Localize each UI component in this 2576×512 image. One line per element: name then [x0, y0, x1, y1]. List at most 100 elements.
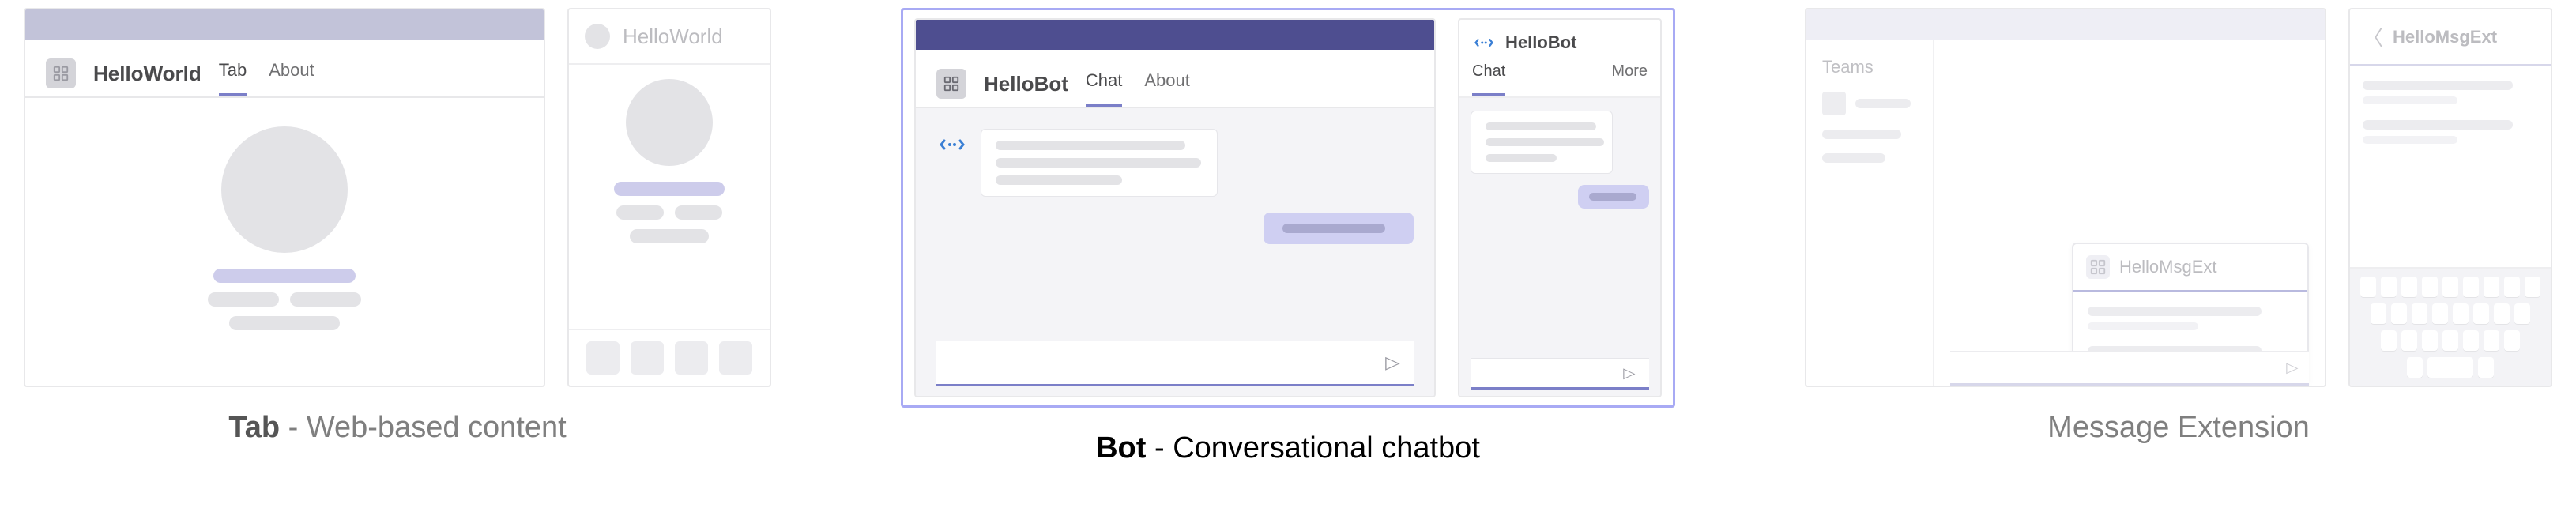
- placeholder-line: [1855, 99, 1911, 108]
- message-bubble-user: [1578, 185, 1649, 209]
- bot-caption: Bot - Conversational chatbot: [1096, 431, 1480, 465]
- keyboard-key[interactable]: [2381, 277, 2397, 297]
- keyboard-key[interactable]: [2381, 330, 2397, 351]
- nav-item-placeholder[interactable]: [719, 341, 752, 375]
- bot-avatar-icon: [936, 129, 968, 160]
- chevron-left-icon[interactable]: 〈: [2363, 22, 2383, 51]
- panel-ext: Teams HelloMsgExt: [1805, 8, 2552, 445]
- tab-caption: Tab - Web-based content: [228, 411, 566, 445]
- window-titlebar: [25, 9, 544, 40]
- send-icon[interactable]: ▷: [2286, 360, 2298, 376]
- message-bubble-user: [1264, 213, 1414, 244]
- placeholder-line: [2363, 81, 2513, 90]
- keyboard-key[interactable]: [2391, 303, 2407, 324]
- bot-app-name: HelloBot: [984, 72, 1068, 96]
- tab-mobile-title: HelloWorld: [623, 24, 723, 49]
- compose-box[interactable]: ▷: [1950, 351, 2309, 386]
- panel-tab: HelloWorld Tab About: [24, 8, 771, 445]
- compose-box[interactable]: ▷: [936, 341, 1414, 386]
- ext-main-area: HelloMsgExt: [1933, 40, 2325, 386]
- nav-item-placeholder[interactable]: [586, 341, 620, 375]
- keyboard-key[interactable]: [2473, 303, 2489, 324]
- tab-caption-bold: Tab: [228, 411, 280, 444]
- tab-app-header: HelloWorld Tab About: [25, 40, 544, 98]
- rail-item[interactable]: [1822, 92, 1917, 115]
- keyboard-key[interactable]: [2360, 277, 2376, 297]
- placeholder-line: [614, 182, 725, 196]
- bot-caption-rest: - Conversational chatbot: [1146, 431, 1479, 465]
- msgext-popup-header: HelloMsgExt: [2073, 244, 2307, 292]
- ext-mobile-card: 〈 HelloMsgExt: [2348, 8, 2552, 387]
- mobile-keyboard[interactable]: [2350, 267, 2551, 386]
- app-grid-icon: [2086, 255, 2110, 279]
- placeholder-line: [1822, 130, 1901, 139]
- tab-desktop-tabs: Tab About: [219, 60, 314, 96]
- tab-mobile-content: [569, 65, 770, 329]
- placeholder-line: [1486, 138, 1604, 146]
- msgext-list-item[interactable]: [2363, 81, 2538, 104]
- keyboard-key[interactable]: [2484, 277, 2499, 297]
- placeholder-line: [2363, 136, 2457, 144]
- keyboard-key[interactable]: [2504, 277, 2520, 297]
- tab-item-more[interactable]: More: [1611, 62, 1648, 96]
- ext-body: Teams HelloMsgExt: [1806, 40, 2325, 386]
- keyboard-key[interactable]: [2494, 303, 2510, 324]
- message-bubble-bot: [981, 129, 1218, 197]
- msgext-list-item[interactable]: [2363, 120, 2538, 144]
- app-grid-icon: [936, 69, 966, 99]
- keyboard-spacebar[interactable]: [2427, 357, 2473, 378]
- placeholder-text-block: [208, 269, 361, 330]
- keyboard-key[interactable]: [2401, 330, 2417, 351]
- send-icon[interactable]: ▷: [1385, 352, 1400, 373]
- keyboard-key[interactable]: [2401, 277, 2417, 297]
- placeholder-line: [1589, 193, 1636, 201]
- placeholder-line: [2088, 322, 2198, 330]
- placeholder-line: [208, 292, 279, 307]
- placeholder-line: [996, 175, 1122, 185]
- keyboard-key[interactable]: [2422, 277, 2438, 297]
- keyboard-key[interactable]: [2407, 357, 2423, 378]
- nav-item-placeholder[interactable]: [631, 341, 664, 375]
- placeholder-line: [616, 205, 664, 220]
- keyboard-key[interactable]: [2371, 303, 2386, 324]
- placeholder-line: [996, 158, 1201, 168]
- tab-item-about[interactable]: About: [269, 60, 314, 96]
- app-grid-icon: [46, 58, 76, 88]
- tab-content-placeholder: [25, 98, 544, 386]
- keyboard-key[interactable]: [2525, 277, 2540, 297]
- avatar-placeholder-icon: [221, 126, 348, 253]
- tab-mobile-tabbar: [569, 329, 770, 386]
- keyboard-key[interactable]: [2412, 303, 2427, 324]
- keyboard-key[interactable]: [2484, 330, 2499, 351]
- panel-bot: HelloBot Chat About: [901, 8, 1675, 465]
- keyboard-key[interactable]: [2514, 303, 2530, 324]
- ext-mobile-body: [2350, 66, 2551, 267]
- tab-item-chat[interactable]: Chat: [1086, 70, 1122, 107]
- keyboard-key[interactable]: [2442, 277, 2458, 297]
- ext-mobile-title: HelloMsgExt: [2393, 27, 2497, 47]
- keyboard-key[interactable]: [2442, 330, 2458, 351]
- window-titlebar: [916, 20, 1434, 50]
- ext-caption: Message Extension: [2047, 411, 2310, 445]
- keyboard-key[interactable]: [2463, 277, 2479, 297]
- placeholder-line: [213, 269, 356, 283]
- bot-desktop-tabs: Chat About: [1086, 70, 1190, 107]
- bot-mobile-chat: ▷: [1459, 98, 1660, 396]
- keyboard-key[interactable]: [2463, 330, 2479, 351]
- keyboard-key[interactable]: [2504, 330, 2520, 351]
- tab-item-tab[interactable]: Tab: [219, 60, 247, 96]
- compose-box[interactable]: ▷: [1471, 358, 1649, 390]
- tab-item-chat[interactable]: Chat: [1472, 62, 1505, 96]
- keyboard-key[interactable]: [2478, 357, 2494, 378]
- keyboard-key[interactable]: [2422, 330, 2438, 351]
- nav-item-placeholder[interactable]: [675, 341, 708, 375]
- placeholder-line: [229, 316, 340, 330]
- tab-item-about[interactable]: About: [1144, 70, 1190, 107]
- keyboard-key[interactable]: [2432, 303, 2448, 324]
- msgext-list-item[interactable]: [2088, 307, 2293, 330]
- panel-ext-row: Teams HelloMsgExt: [1805, 8, 2552, 387]
- placeholder-line: [2088, 307, 2262, 316]
- avatar-icon: [585, 24, 610, 49]
- keyboard-key[interactable]: [2453, 303, 2469, 324]
- send-icon[interactable]: ▷: [1623, 365, 1635, 382]
